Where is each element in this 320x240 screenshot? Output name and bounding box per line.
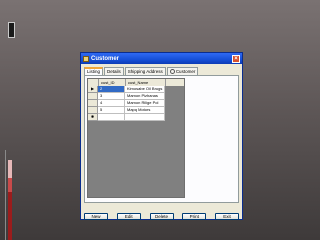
close-icon[interactable]: × xyxy=(232,54,240,63)
row-selector-header[interactable] xyxy=(88,79,99,86)
tab-label: Shipping Address xyxy=(127,69,163,74)
edit-button[interactable]: Edit xyxy=(116,213,141,220)
tab-label: Details xyxy=(107,69,121,74)
row-selector[interactable] xyxy=(88,93,98,100)
cell-cust-name[interactable]: Mapq Motors xyxy=(125,107,165,114)
new-row-icon[interactable]: ✱ xyxy=(88,114,98,121)
tab-listing[interactable]: Listing xyxy=(84,67,104,75)
customer-grid[interactable]: cust_ID cust_Name ▶ 2 Kimosabe Oil Brugs… xyxy=(87,78,185,198)
grid-header: cust_ID cust_Name xyxy=(88,79,184,86)
tab-label: Customer xyxy=(175,69,196,74)
customer-window: Customer × Listing Details Shipping Addr… xyxy=(80,52,243,220)
listing-panel: cust_ID cust_Name ▶ 2 Kimosabe Oil Brugs… xyxy=(84,75,239,203)
column-header-cust-id[interactable]: cust_ID xyxy=(99,79,126,86)
table-row[interactable]: 5 Mapq Motors xyxy=(88,107,184,114)
table-row[interactable]: 4 Mamon Rilige Pol xyxy=(88,100,184,107)
accent-stripe-light xyxy=(8,160,12,178)
new-button[interactable]: New xyxy=(84,213,108,220)
tab-strip: Listing Details Shipping Address Custome… xyxy=(84,67,199,75)
cell-cust-id[interactable]: 2 xyxy=(98,86,125,93)
cell-cust-id[interactable] xyxy=(98,114,125,121)
button-bar: New Edit Delete Print Exit xyxy=(84,213,239,220)
table-row[interactable]: ▶ 2 Kimosabe Oil Brugs xyxy=(88,86,184,93)
new-row[interactable]: ✱ xyxy=(88,114,184,121)
tab-details[interactable]: Details xyxy=(104,67,124,75)
cell-cust-id[interactable]: 3 xyxy=(98,93,125,100)
print-button[interactable]: Print xyxy=(182,213,207,220)
column-header-cust-name[interactable]: cust_Name xyxy=(126,79,166,86)
radio-icon xyxy=(169,69,175,75)
row-selector[interactable] xyxy=(88,100,98,107)
cell-cust-id[interactable]: 5 xyxy=(98,107,125,114)
row-indicator-icon[interactable]: ▶ xyxy=(88,86,98,93)
delete-button[interactable]: Delete xyxy=(149,213,174,220)
cell-cust-id[interactable]: 4 xyxy=(98,100,125,107)
cell-cust-name[interactable] xyxy=(125,114,165,121)
cell-cust-name[interactable]: Mamon Rilige Pol xyxy=(125,100,165,107)
cell-cust-name[interactable]: Mamon Pizhanas xyxy=(125,93,165,100)
form-icon xyxy=(83,55,89,62)
accent-stripe-mid xyxy=(8,178,12,192)
window-title: Customer xyxy=(91,55,120,62)
slide-marker xyxy=(8,22,15,38)
cell-cust-name[interactable]: Kimosabe Oil Brugs xyxy=(125,86,165,93)
title-bar[interactable]: Customer × xyxy=(81,53,242,64)
tab-shipping-address[interactable]: Shipping Address xyxy=(124,67,166,75)
row-selector[interactable] xyxy=(88,107,98,114)
accent-stripe-dark xyxy=(8,192,12,240)
tab-label: Listing xyxy=(87,69,101,74)
tab-customer[interactable]: Customer xyxy=(166,67,199,75)
table-row[interactable]: 3 Mamon Pizhanas xyxy=(88,93,184,100)
exit-button[interactable]: Exit xyxy=(215,213,239,220)
divider-line xyxy=(5,150,6,240)
